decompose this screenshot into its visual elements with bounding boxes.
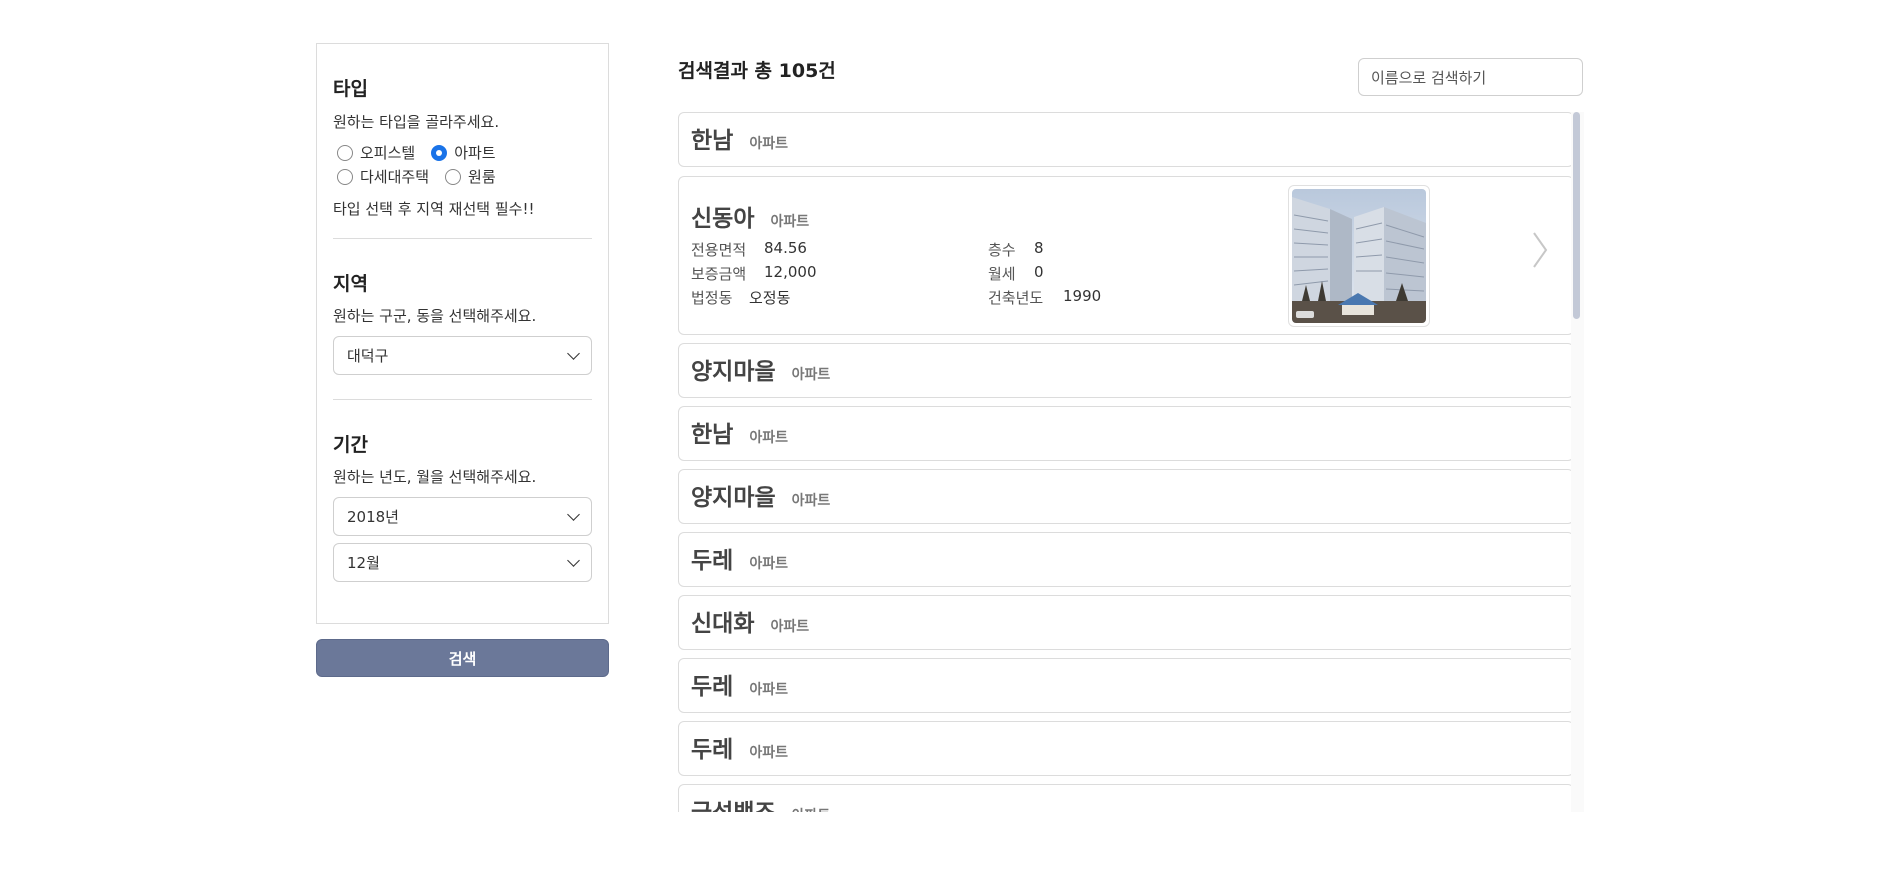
list-item[interactable]: 두레 아파트 <box>678 532 1574 587</box>
item-type: 아파트 <box>749 430 788 446</box>
list-item[interactable]: 두레 아파트 <box>678 658 1574 713</box>
year-select[interactable]: 2018년 <box>333 497 592 536</box>
region-select[interactable]: 대덕구 <box>333 336 592 375</box>
item-type: 아파트 <box>791 367 831 383</box>
result-count: 검색결과 총 105건 <box>678 60 836 82</box>
radio-button-checked[interactable] <box>431 144 448 161</box>
floor-value: 8 <box>1034 239 1044 257</box>
chevron-down-icon <box>567 507 580 521</box>
radio-officetel[interactable]: 오피스텔 <box>337 142 415 163</box>
item-title: 두레 아파트 <box>691 730 788 764</box>
item-type: 아파트 <box>749 745 788 761</box>
item-name: 양지마을 <box>691 485 776 511</box>
list-item[interactable]: 두레 아파트 <box>678 721 1574 776</box>
radio-label: 아파트 <box>454 144 496 162</box>
type-notice: 타입 선택 후 지역 재선택 필수!! <box>333 200 535 218</box>
item-type: 아파트 <box>792 805 831 812</box>
item-type: 아파트 <box>770 214 810 230</box>
month-select[interactable]: 12월 <box>333 543 592 582</box>
search-button[interactable]: 검색 <box>316 639 609 677</box>
radio-one-room[interactable]: 원룸 <box>445 166 496 187</box>
item-type: 아파트 <box>749 682 788 698</box>
item-name: 양지마을 <box>691 359 776 385</box>
item-title: 한남 아파트 <box>691 415 788 449</box>
radio-label: 다세대주택 <box>360 168 430 186</box>
radio-button[interactable] <box>445 168 462 185</box>
deposit-value: 12,000 <box>764 263 817 281</box>
radio-label: 오피스텔 <box>360 144 416 162</box>
list-item[interactable]: 양지마을 아파트 <box>678 343 1574 398</box>
item-name: 두레 <box>691 737 734 763</box>
item-title: 두레 아파트 <box>691 667 788 701</box>
year-select-value: 2018년 <box>347 508 399 526</box>
chevron-down-icon <box>567 553 580 567</box>
period-section-description: 원하는 년도, 월을 선택해주세요. <box>333 468 537 486</box>
list-item[interactable]: 신대화 아파트 <box>678 595 1574 650</box>
item-title: 양지마을 아파트 <box>691 352 830 386</box>
radio-label: 원룸 <box>468 168 496 186</box>
month-select-value: 12월 <box>347 554 380 572</box>
item-title: 신동아 아파트 <box>691 199 809 233</box>
item-title: 한남 아파트 <box>691 121 788 155</box>
radio-button[interactable] <box>337 144 353 161</box>
dong-value: 오정동 <box>749 289 791 307</box>
type-section-description: 원하는 타입을 골라주세요. <box>333 113 500 131</box>
year-built-value: 1990 <box>1063 287 1102 305</box>
item-type: 아파트 <box>770 619 810 635</box>
result-list: 한남 아파트 신동아 아파트 전용면적 84.56 층수 8 보증금액 12,0… <box>678 112 1584 812</box>
chevron-right-icon[interactable] <box>1531 231 1549 269</box>
item-name: 금성백조 <box>691 793 776 812</box>
item-name: 한남 <box>691 128 734 154</box>
list-item[interactable]: 금성백조 아파트 <box>678 784 1574 812</box>
region-section-description: 원하는 구군, 동을 선택해주세요. <box>333 307 537 325</box>
year-built-label: 건축년도 <box>988 289 1044 307</box>
item-name: 두레 <box>691 548 734 574</box>
divider <box>333 238 592 239</box>
page: 타입 원하는 타입을 골라주세요. 오피스텔 아파트 다세대주택 원룸 타입 선… <box>0 0 1897 874</box>
item-title: 금성백조 아파트 <box>691 793 830 812</box>
floor-label: 층수 <box>988 241 1016 259</box>
chevron-down-icon <box>567 346 580 360</box>
item-title: 양지마을 아파트 <box>691 478 830 512</box>
region-section-title: 지역 <box>333 273 368 295</box>
area-value: 84.56 <box>764 239 807 257</box>
list-item-expanded[interactable]: 신동아 아파트 전용면적 84.56 층수 8 보증금액 12,000 월세 0… <box>678 176 1574 335</box>
area-label: 전용면적 <box>691 241 747 259</box>
radio-apartment[interactable]: 아파트 <box>431 142 496 163</box>
type-radio-row-2: 다세대주택 원룸 <box>337 166 512 187</box>
apartment-photo <box>1288 185 1430 327</box>
item-name: 신대화 <box>691 611 755 637</box>
rent-label: 월세 <box>988 265 1016 283</box>
item-title: 신대화 아파트 <box>691 604 809 638</box>
item-name: 두레 <box>691 674 734 700</box>
type-section-title: 타입 <box>333 78 368 100</box>
item-type: 아파트 <box>749 136 788 152</box>
scrollbar-thumb[interactable] <box>1573 112 1580 319</box>
item-name: 신동아 <box>691 206 755 232</box>
filter-panel: 타입 원하는 타입을 골라주세요. 오피스텔 아파트 다세대주택 원룸 타입 선… <box>316 43 609 624</box>
divider <box>333 399 592 400</box>
list-item[interactable]: 양지마을 아파트 <box>678 469 1574 524</box>
deposit-label: 보증금액 <box>691 265 747 283</box>
rent-value: 0 <box>1034 263 1044 281</box>
period-section-title: 기간 <box>333 434 368 456</box>
item-name: 한남 <box>691 422 734 448</box>
dong-label: 법정동 <box>691 289 733 307</box>
radio-button[interactable] <box>337 168 353 185</box>
item-type: 아파트 <box>791 493 831 509</box>
radio-multi-family[interactable]: 다세대주택 <box>337 166 429 187</box>
type-radio-row-1: 오피스텔 아파트 <box>337 142 512 163</box>
building-image <box>1292 189 1426 323</box>
item-title: 두레 아파트 <box>691 541 788 575</box>
name-search-input[interactable]: 이름으로 검색하기 <box>1358 58 1583 96</box>
region-select-value: 대덕구 <box>347 347 389 365</box>
list-item[interactable]: 한남 아파트 <box>678 406 1574 461</box>
item-type: 아파트 <box>749 556 788 572</box>
list-item[interactable]: 한남 아파트 <box>678 112 1574 167</box>
